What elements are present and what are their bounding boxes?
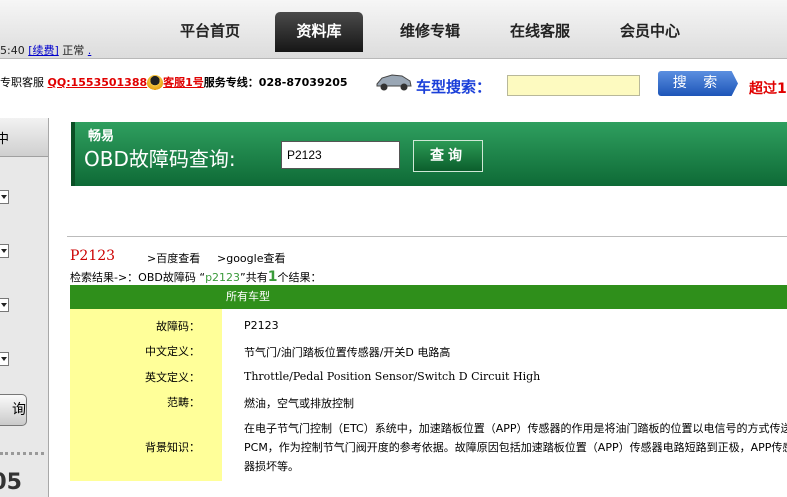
obd-title: OBD故障码查询: [84,147,236,171]
row-value-background: 在电子节气门控制（ETC）系统中，加速踏板位置（APP）传感器的作用是将油门踏板… [244,422,787,473]
sidebar-select-3[interactable] [0,298,9,312]
brand-label: 畅易 [88,129,115,144]
nav-online-service[interactable]: 在线客服 [495,12,585,52]
row-label-cn-def: 中文定义： [145,345,200,358]
row-value-code: P2123 [244,319,279,332]
row-label-en-def: 英文定义： [145,371,200,384]
row-label-background: 背景知识： [145,441,200,454]
baidu-link[interactable]: >百度查看 [147,250,200,266]
result-code-title: P2123 [70,248,116,264]
row-value-en-def: Throttle/Pedal Position Sensor/Switch D … [244,370,541,383]
account-status: 5:40 [续费] 正常 . [0,42,91,58]
table-header: 所有车型 [70,285,787,309]
row-label-code: 故障码： [156,320,200,333]
nav-repair-album[interactable]: 维修专辑 [385,12,475,52]
summary-count: 1 [267,269,278,285]
qq-penguin-icon [147,75,164,91]
google-link[interactable]: >google查看 [217,250,285,266]
section-divider [67,236,787,237]
nav-home[interactable]: 平台首页 [165,12,255,52]
fault-code-input[interactable] [281,141,400,169]
sidebar-number: 05 [0,470,22,495]
sidebar-header: 中 [0,118,48,157]
row-value-cn-def: 节气门/油门踏板位置传感器/开关D 电路高 [244,346,451,359]
promo-text: 超过1 [749,81,787,97]
status-time: 5:40 [0,44,25,57]
row-value-category: 燃油，空气或排放控制 [244,397,354,410]
status-dot-link[interactable]: . [88,44,92,57]
obd-query-button[interactable]: 查询 [413,140,483,172]
nav-member-center[interactable]: 会员中心 [605,12,695,52]
sidebar-select-2[interactable] [0,244,9,258]
car-search-button[interactable]: 搜 索 [658,71,738,96]
summary-prefix: 检索结果->：OBD故障码 “ [70,271,206,284]
summary-code: p2123 [205,271,241,284]
sidebar-header-label: 中 [0,132,10,147]
result-summary: 检索结果->：OBD故障码 “p2123”共有1个结果： [70,269,322,285]
car-search-label: 车型搜索： [416,78,492,96]
qq-link[interactable]: QQ:1553501388 [48,76,148,89]
service-line: 专职客服 QQ:1553501388 客服1号服务专线：028-87039205 [0,72,348,94]
nav-library[interactable]: 资料库 [275,12,363,52]
summary-suffix: 个结果： [277,271,322,284]
row-label-category: 范畴： [167,396,200,409]
hotline: 服务专线：028-87039205 [203,76,348,89]
status-state: 正常 [62,44,85,57]
sidebar-select-1[interactable] [0,190,9,204]
kefu-link[interactable]: 客服1号 [163,76,204,89]
table-header-label: 所有车型 [226,290,270,303]
sidebar-query-button[interactable]: 询 [0,394,27,426]
sidebar-select-4[interactable] [0,352,9,366]
service-label: 专职客服 [0,76,44,89]
renew-link[interactable]: [续费] [28,44,59,57]
car-search-input[interactable] [507,75,640,96]
car-icon [376,74,412,91]
summary-mid: ”共有 [240,271,268,284]
sidebar-divider [0,452,44,455]
